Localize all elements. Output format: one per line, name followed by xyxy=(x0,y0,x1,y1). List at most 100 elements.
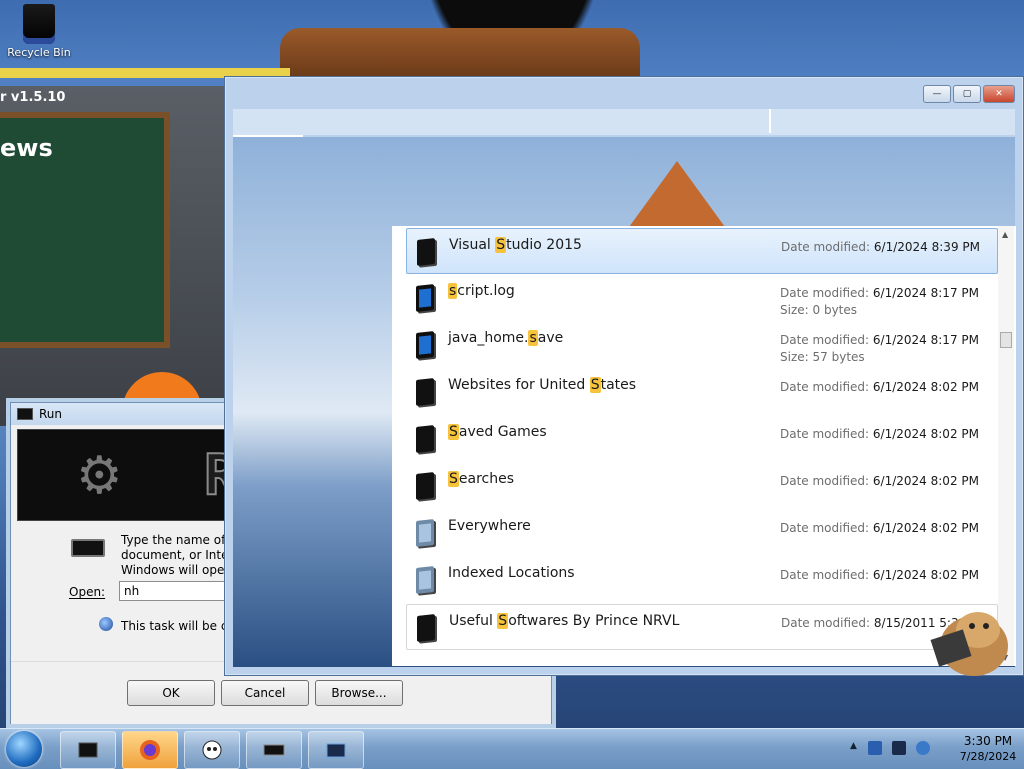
size-value: 57 bytes xyxy=(812,350,865,364)
result-row[interactable]: script.log Date modified: 6/1/2024 8:17 P… xyxy=(406,275,998,321)
result-row[interactable]: Useful Softwares By Prince NRVL Date modi… xyxy=(406,604,998,650)
clock-time: 3:30 PM xyxy=(963,734,1013,748)
gear-icon: ⚙ xyxy=(76,446,123,506)
network-icon[interactable] xyxy=(868,741,882,755)
date-modified-value: 6/1/2024 8:02 PM xyxy=(872,521,979,535)
scrollbar-thumb[interactable] xyxy=(1000,332,1012,348)
result-name-text: Useful xyxy=(449,613,498,629)
result-name-highlight: S xyxy=(497,613,509,629)
close-button[interactable]: ✕ xyxy=(983,85,1015,103)
result-name: Indexed Locations xyxy=(448,565,575,581)
document-icon xyxy=(416,284,434,312)
display-icon[interactable] xyxy=(892,741,906,755)
scroll-up-icon[interactable]: ▲ xyxy=(1002,230,1008,239)
window-icon xyxy=(326,743,346,758)
result-row[interactable]: java_home.save Date modified: 6/1/2024 8:… xyxy=(406,322,998,368)
result-row[interactable]: Visual Studio 2015 Date modified: 6/1/202… xyxy=(406,228,998,274)
background-app-window[interactable]: r v1.5.10 ews xyxy=(0,86,240,486)
run-icon xyxy=(263,744,285,756)
open-label: Open: xyxy=(69,585,106,599)
taskbar-app-terminal[interactable] xyxy=(60,731,116,769)
result-row[interactable]: Indexed Locations Date modified: 6/1/2024… xyxy=(406,557,998,603)
result-name-text: tates xyxy=(600,377,637,393)
taskbar-app-window[interactable] xyxy=(308,731,364,769)
result-name-text: ave xyxy=(537,330,564,346)
search-toolbar[interactable] xyxy=(233,109,1015,137)
recycle-bin[interactable]: Recycle Bin xyxy=(4,4,74,59)
run-prompt-icon xyxy=(71,539,105,557)
size-label: Size: xyxy=(780,303,809,317)
maximize-button[interactable]: ▢ xyxy=(953,85,981,103)
result-meta: Date modified: 6/1/2024 8:02 PM xyxy=(780,379,979,396)
date-modified-label: Date modified: xyxy=(780,286,870,300)
result-name-text: tudio 2015 xyxy=(506,237,582,253)
mascot-icon xyxy=(202,740,222,760)
library-icon xyxy=(416,566,434,594)
minimize-button[interactable]: — xyxy=(923,85,951,103)
date-modified-value: 6/1/2024 8:17 PM xyxy=(872,333,979,347)
firefox-icon xyxy=(140,740,160,760)
date-modified-label: Date modified: xyxy=(780,380,870,394)
date-modified-value: 6/1/2024 8:02 PM xyxy=(872,474,979,488)
result-name-text: oftwares By Prince NRVL xyxy=(508,613,680,629)
result-name-text: aved Games xyxy=(458,424,547,440)
start-button[interactable] xyxy=(6,731,42,767)
volume-icon[interactable] xyxy=(916,741,930,755)
document-icon xyxy=(416,331,434,359)
recycle-bin-icon xyxy=(23,4,55,44)
date-modified-label: Date modified: xyxy=(780,333,870,347)
result-row[interactable]: Saved Games Date modified: 6/1/2024 8:02 … xyxy=(406,416,998,462)
date-modified-value: 6/1/2024 8:02 PM xyxy=(872,380,979,394)
clock[interactable]: 3:30 PM 7/28/2024 xyxy=(956,733,1020,765)
result-name-text: earches xyxy=(458,471,515,487)
show-hidden-icons-icon[interactable]: ▲ xyxy=(850,741,857,751)
date-modified-label: Date modified: xyxy=(780,568,870,582)
window-caption-buttons: — ▢ ✕ xyxy=(923,85,1015,103)
result-row[interactable]: Searches Date modified: 6/1/2024 8:02 PM xyxy=(406,463,998,509)
result-name-highlight: S xyxy=(448,424,459,440)
folder-icon xyxy=(417,238,435,266)
result-name: java_home.save xyxy=(448,330,563,346)
run-dialog-title: Run xyxy=(39,407,63,421)
result-name: Useful Softwares By Prince NRVL xyxy=(449,613,679,629)
result-name: Websites for United States xyxy=(448,377,636,393)
taskbar: ▲ 3:30 PM 7/28/2024 xyxy=(0,728,1024,769)
taskbar-app-run[interactable] xyxy=(246,731,302,769)
result-meta: Date modified: 6/1/2024 8:02 PM xyxy=(780,426,979,443)
ok-button[interactable]: OK xyxy=(127,680,215,706)
result-meta: Date modified: 6/1/2024 8:17 PM Size: 0 b… xyxy=(780,285,979,319)
result-meta: Date modified: 6/1/2024 8:17 PM Size: 57 … xyxy=(780,332,979,366)
result-name-text: Indexed Locations xyxy=(448,565,575,581)
folder-icon xyxy=(417,614,435,642)
hamster-mascot-icon xyxy=(930,612,1008,676)
toolbar-separator xyxy=(769,109,771,133)
desktop-background: Recycle Bin r v1.5.10 ews Run ⚙ RUN Type… xyxy=(0,0,1024,768)
result-meta: Date modified: 6/1/2024 8:02 PM xyxy=(780,567,979,584)
background-app-heading: ews xyxy=(0,134,53,162)
recycle-bin-label: Recycle Bin xyxy=(7,46,71,59)
result-row[interactable]: Everywhere Date modified: 6/1/2024 8:02 P… xyxy=(406,510,998,556)
date-modified-label: Date modified: xyxy=(780,427,870,441)
folder-icon xyxy=(416,425,434,453)
result-meta: Date modified: 6/1/2024 8:02 PM xyxy=(780,520,979,537)
search-results-list[interactable]: Visual Studio 2015 Date modified: 6/1/202… xyxy=(392,226,1016,666)
date-modified-label: Date modified: xyxy=(781,616,871,630)
library-icon xyxy=(416,519,434,547)
result-name-text: java_home. xyxy=(448,330,529,346)
folder-icon xyxy=(416,472,434,500)
result-name: Visual Studio 2015 xyxy=(449,237,582,253)
run-icon xyxy=(17,408,33,420)
result-name-text: Visual xyxy=(449,237,496,253)
date-modified-value: 6/1/2024 8:02 PM xyxy=(872,427,979,441)
result-name: Saved Games xyxy=(448,424,547,440)
decorative-tv-graphic xyxy=(280,28,640,78)
result-name-highlight: S xyxy=(589,377,601,393)
taskbar-app-mascot[interactable] xyxy=(184,731,240,769)
result-row[interactable]: Websites for United States Date modified:… xyxy=(406,369,998,415)
result-name-highlight: s xyxy=(448,283,458,299)
browse-button[interactable]: Browse... xyxy=(315,680,403,706)
result-name: script.log xyxy=(448,283,515,299)
result-name-text: Websites for United xyxy=(448,377,590,393)
taskbar-app-firefox[interactable] xyxy=(122,731,178,769)
cancel-button[interactable]: Cancel xyxy=(221,680,309,706)
